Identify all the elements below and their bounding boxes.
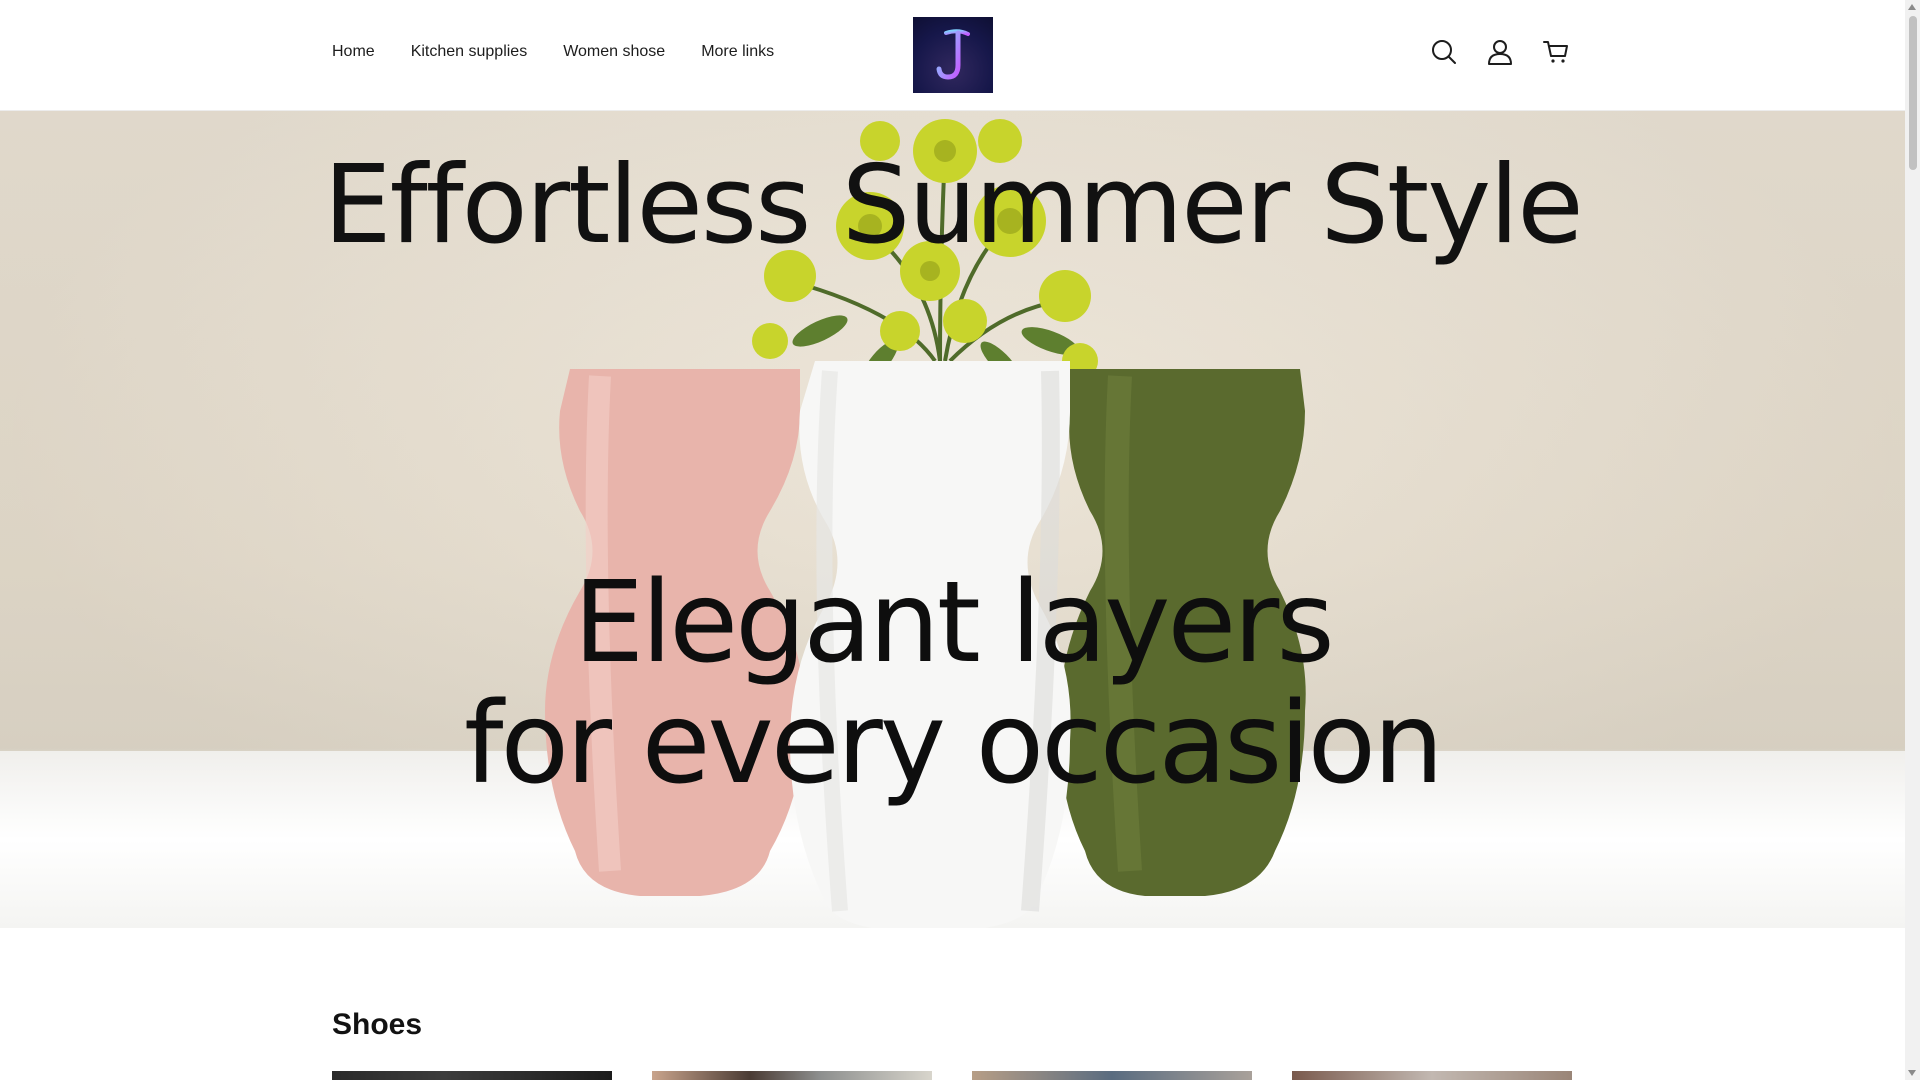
nav-link-more-links[interactable]: More links <box>701 43 774 61</box>
hero-subtitle-line2: for every occasion <box>464 678 1444 809</box>
main-nav: Home Kitchen supplies Women shose More l… <box>332 43 774 61</box>
account-icon[interactable] <box>1486 38 1513 65</box>
section-title-shoes: Shoes <box>332 1008 423 1041</box>
product-grid <box>332 1071 1572 1080</box>
cart-icon[interactable] <box>1542 38 1569 65</box>
store-logo[interactable] <box>913 17 993 93</box>
logo-monogram-icon <box>936 29 970 80</box>
site-header: Home Kitchen supplies Women shose More l… <box>0 0 1905 111</box>
hero-title: Effortless Summer Style <box>323 143 1583 268</box>
product-card[interactable] <box>1292 1071 1572 1080</box>
hero-subtitle-line1: Elegant layers <box>573 558 1334 688</box>
product-card[interactable] <box>332 1071 612 1080</box>
hero-subtitle: Elegant layers for every occasion <box>0 563 1905 805</box>
nav-link-home[interactable]: Home <box>332 43 375 61</box>
storefront-page: Home Kitchen supplies Women shose More l… <box>0 0 1905 1080</box>
page-scrollbar[interactable] <box>1905 0 1920 1080</box>
product-card[interactable] <box>972 1071 1252 1080</box>
search-icon[interactable] <box>1430 38 1457 65</box>
scroll-up-arrow-icon[interactable] <box>1908 4 1916 10</box>
nav-link-women-shose[interactable]: Women shose <box>563 43 665 61</box>
product-card[interactable] <box>652 1071 932 1080</box>
nav-link-kitchen-supplies[interactable]: Kitchen supplies <box>411 43 528 61</box>
header-icons <box>1430 38 1569 65</box>
hero-banner[interactable]: Effortless Summer Style Elegant layers f… <box>0 111 1905 928</box>
scroll-down-arrow-icon[interactable] <box>1908 1070 1916 1076</box>
scrollbar-thumb[interactable] <box>1909 16 1917 170</box>
